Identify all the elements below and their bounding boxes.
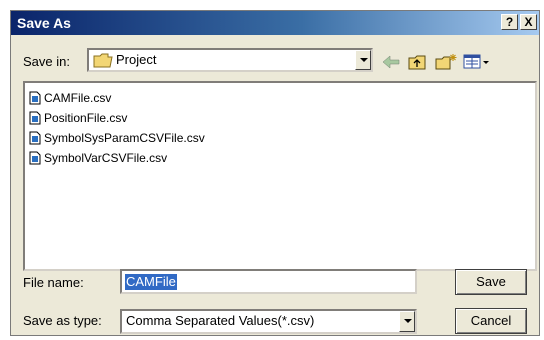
save-as-type-value: Comma Separated Values(*.csv) xyxy=(126,313,315,328)
file-name-text: CAMFile.csv xyxy=(44,91,112,105)
save-as-type-dropdown[interactable]: Comma Separated Values(*.csv) xyxy=(120,309,417,334)
file-icon xyxy=(29,91,41,105)
list-item[interactable]: CAMFile.csv xyxy=(29,89,111,107)
chevron-down-icon[interactable] xyxy=(399,311,415,332)
save-in-label: Save in: xyxy=(23,54,70,69)
file-name-text: SymbolSysParamCSVFile.csv xyxy=(44,131,205,145)
view-menu-icon[interactable] xyxy=(463,53,491,71)
file-name-text: PositionFile.csv xyxy=(44,111,128,125)
list-item[interactable]: SymbolVarCSVFile.csv xyxy=(29,149,167,167)
new-folder-icon[interactable] xyxy=(434,53,458,71)
save-in-value: Project xyxy=(116,52,157,67)
save-button[interactable]: Save xyxy=(455,269,527,295)
back-arrow-icon[interactable] xyxy=(380,53,402,71)
file-name-label: File name: xyxy=(23,275,84,290)
chevron-down-icon[interactable] xyxy=(355,50,371,70)
help-button[interactable]: ? xyxy=(501,14,518,30)
save-as-type-label: Save as type: xyxy=(23,313,102,328)
up-folder-icon[interactable] xyxy=(407,53,429,71)
list-item[interactable]: SymbolSysParamCSVFile.csv xyxy=(29,129,205,147)
file-name-text: SymbolVarCSVFile.csv xyxy=(44,151,168,165)
file-icon xyxy=(29,151,41,165)
list-item[interactable]: PositionFile.csv xyxy=(29,109,127,127)
file-icon xyxy=(29,131,41,145)
file-icon xyxy=(29,111,41,125)
save-as-dialog: Save As ? X Save in: Project CAMFile.csv… xyxy=(10,10,540,336)
file-name-input[interactable]: CAMFile xyxy=(120,269,417,294)
title-bar[interactable]: Save As ? X xyxy=(11,11,539,35)
file-name-value: CAMFile xyxy=(125,274,177,290)
cancel-button[interactable]: Cancel xyxy=(455,308,527,334)
close-button[interactable]: X xyxy=(520,14,537,30)
folder-icon xyxy=(93,53,113,68)
window-title: Save As xyxy=(17,15,71,31)
save-in-dropdown[interactable]: Project xyxy=(87,48,373,72)
file-list[interactable]: CAMFile.csv PositionFile.csv SymbolSysPa… xyxy=(23,81,537,271)
